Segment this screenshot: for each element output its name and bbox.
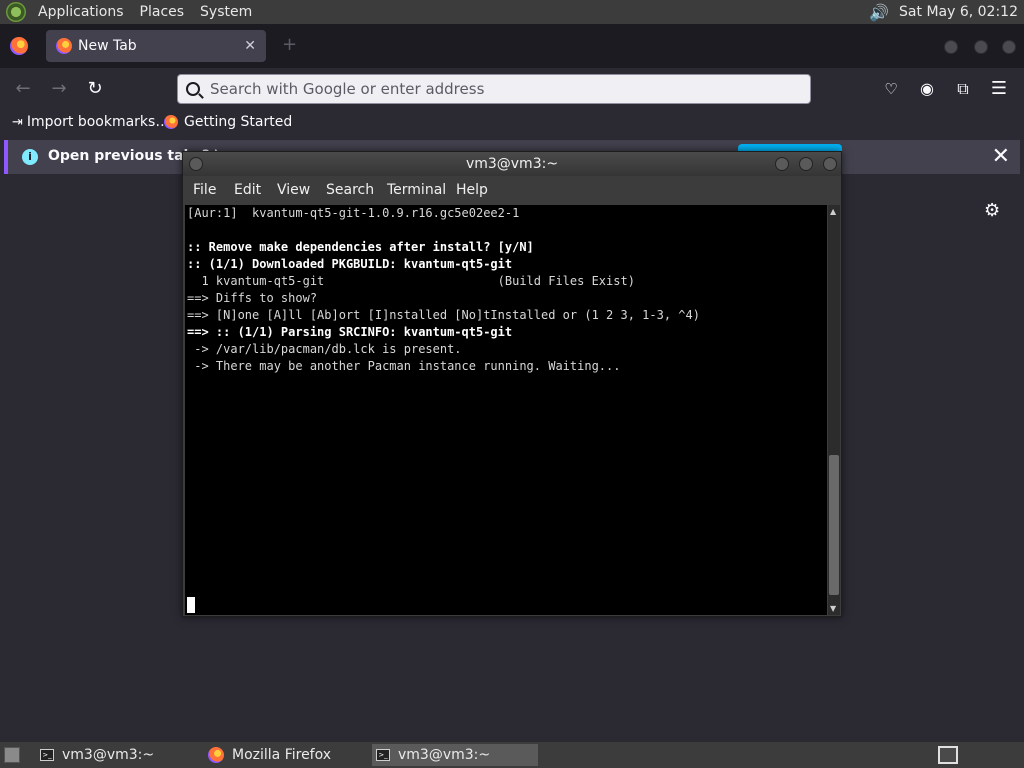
terminal-cursor bbox=[187, 597, 195, 613]
terminal-line: ==> [N]one [A]ll [Ab]ort [I]nstalled [No… bbox=[187, 308, 700, 322]
scroll-up-arrow-icon[interactable]: ▲ bbox=[830, 207, 836, 216]
terminal-icon: >_ bbox=[40, 749, 54, 761]
extensions-icon[interactable]: ⧉ bbox=[952, 78, 974, 100]
close-window-button[interactable] bbox=[1002, 40, 1016, 54]
maximize-window-button[interactable] bbox=[974, 40, 988, 54]
maximize-window-button[interactable] bbox=[799, 157, 813, 171]
top-panel: Applications Places System 🔊 Sat May 6, … bbox=[0, 0, 1024, 24]
minimize-window-button[interactable] bbox=[944, 40, 958, 54]
distro-logo-icon[interactable] bbox=[6, 2, 26, 22]
clock[interactable]: Sat May 6, 02:12 bbox=[899, 4, 1018, 20]
account-icon[interactable]: ◉ bbox=[916, 78, 938, 100]
menu-search[interactable]: Search bbox=[326, 182, 374, 198]
new-tab-plus-icon[interactable]: + bbox=[282, 34, 297, 55]
terminal-window: vm3@vm3:~ File Edit View Search Terminal… bbox=[182, 151, 842, 617]
terminal-line: -> /var/lib/pacman/db.lck is present. bbox=[187, 342, 462, 356]
taskbar-item-terminal-1[interactable]: >_ vm3@vm3:~ bbox=[36, 744, 196, 766]
firefox-icon bbox=[208, 747, 224, 763]
import-icon: ⇥ bbox=[12, 114, 23, 130]
info-icon: i bbox=[22, 149, 38, 165]
scrollbar-thumb[interactable] bbox=[829, 455, 839, 595]
address-bar[interactable]: Search with Google or enter address bbox=[177, 74, 811, 104]
menu-system[interactable]: System bbox=[196, 4, 256, 20]
menu-places[interactable]: Places bbox=[136, 4, 189, 20]
terminal-icon: >_ bbox=[376, 749, 390, 761]
window-menu-button[interactable] bbox=[189, 157, 203, 171]
terminal-title-bar[interactable]: vm3@vm3:~ bbox=[183, 152, 841, 176]
taskbar-item-label: vm3@vm3:~ bbox=[62, 747, 155, 763]
close-icon[interactable]: ✕ bbox=[992, 144, 1010, 169]
bookmark-getting-started[interactable]: Getting Started bbox=[164, 114, 292, 130]
terminal-line: [Aur:1] kvantum-qt5-git-1.0.9.r16.gc5e02… bbox=[187, 206, 520, 220]
menu-view[interactable]: View bbox=[277, 182, 310, 198]
terminal-lines: [Aur:1] kvantum-qt5-git-1.0.9.r16.gc5e02… bbox=[187, 205, 827, 375]
tab-new-tab[interactable]: New Tab ✕ bbox=[46, 30, 266, 62]
reload-icon[interactable]: ↻ bbox=[84, 78, 106, 100]
bookmark-import[interactable]: ⇥ Import bookmarks… bbox=[12, 114, 169, 130]
firefox-icon bbox=[164, 115, 178, 129]
terminal-line: :: Remove make dependencies after instal… bbox=[187, 240, 534, 254]
firefox-view-icon[interactable] bbox=[10, 37, 28, 55]
minimize-window-button[interactable] bbox=[775, 157, 789, 171]
menu-help[interactable]: Help bbox=[456, 182, 488, 198]
back-arrow-icon[interactable]: ← bbox=[12, 78, 34, 100]
terminal-line: ==> :: (1/1) Parsing SRCINFO: kvantum-qt… bbox=[187, 325, 513, 339]
menu-edit[interactable]: Edit bbox=[234, 182, 261, 198]
firefox-nav-bar: ← → ↻ Search with Google or enter addres… bbox=[0, 68, 1024, 110]
forward-arrow-icon[interactable]: → bbox=[48, 78, 70, 100]
hamburger-menu-icon[interactable]: ☰ bbox=[988, 78, 1010, 100]
bookmark-label: Import bookmarks… bbox=[26, 114, 170, 130]
volume-icon[interactable]: 🔊 bbox=[869, 3, 889, 22]
tab-title: New Tab bbox=[78, 38, 137, 54]
pocket-icon[interactable]: ♡ bbox=[880, 78, 902, 100]
terminal-title: vm3@vm3:~ bbox=[465, 156, 559, 172]
terminal-line: -> There may be another Pacman instance … bbox=[187, 359, 621, 373]
taskbar-item-label: vm3@vm3:~ bbox=[398, 747, 491, 763]
taskbar-item-label: Mozilla Firefox bbox=[232, 747, 332, 763]
firefox-tab-bar: New Tab ✕ + bbox=[0, 24, 1024, 68]
terminal-line: :: (1/1) Downloaded PKGBUILD: kvantum-qt… bbox=[187, 257, 513, 271]
close-tab-icon[interactable]: ✕ bbox=[244, 38, 256, 54]
bookmarks-toolbar: ⇥ Import bookmarks… Getting Started bbox=[0, 110, 1024, 136]
terminal-output[interactable]: [Aur:1] kvantum-qt5-git-1.0.9.r16.gc5e02… bbox=[185, 205, 827, 615]
menu-file[interactable]: File bbox=[193, 182, 216, 198]
close-window-button[interactable] bbox=[823, 157, 837, 171]
bookmark-label: Getting Started bbox=[184, 114, 293, 130]
terminal-line: ==> Diffs to show? bbox=[187, 291, 318, 305]
firefox-icon bbox=[56, 38, 72, 54]
menu-terminal[interactable]: Terminal bbox=[387, 182, 446, 198]
terminal-menu-bar: File Edit View Search Terminal Help bbox=[183, 176, 841, 204]
terminal-line: 1 kvantum-qt5-git (Build Files Exist) bbox=[187, 274, 635, 288]
bottom-taskbar: >_ vm3@vm3:~ Mozilla Firefox >_ vm3@vm3:… bbox=[0, 742, 1024, 768]
gear-icon[interactable]: ⚙ bbox=[984, 200, 1000, 221]
taskbar-item-terminal-2[interactable]: >_ vm3@vm3:~ bbox=[372, 744, 538, 766]
search-icon bbox=[186, 82, 200, 96]
address-bar-placeholder: Search with Google or enter address bbox=[210, 80, 485, 98]
menu-applications[interactable]: Applications bbox=[34, 4, 128, 20]
show-desktop-icon[interactable] bbox=[4, 747, 20, 763]
taskbar-item-firefox[interactable]: Mozilla Firefox bbox=[204, 744, 364, 766]
workspace-switcher[interactable] bbox=[938, 746, 958, 764]
terminal-scrollbar[interactable]: ▲ ▼ bbox=[828, 205, 840, 615]
scroll-down-arrow-icon[interactable]: ▼ bbox=[830, 604, 836, 613]
